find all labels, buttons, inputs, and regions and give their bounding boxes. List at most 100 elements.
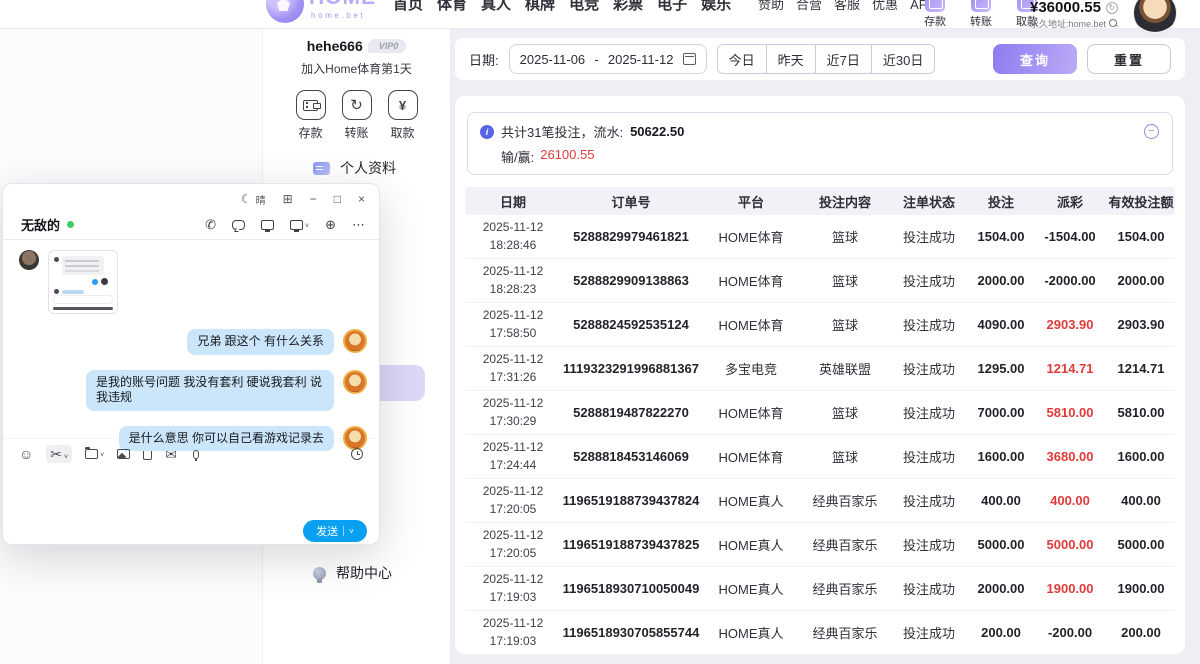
main-nav-item[interactable]: 娱乐 [701,0,731,14]
transfer-icon: ↻ [350,98,363,113]
search-button[interactable]: 查询 [993,44,1077,74]
cell-order-number: 1196519188739437825 [561,537,701,552]
sidebar-item-profile[interactable]: 个人资料 [263,150,450,186]
main-nav-item[interactable]: 体育 [437,0,467,14]
search-icon[interactable] [1109,19,1118,28]
cell-bet-amount: 1504.00 [969,229,1033,244]
user-avatar[interactable] [343,370,367,394]
date-separator: - [594,52,598,67]
refresh-balance-icon[interactable]: ↻ [1106,2,1118,14]
close-icon[interactable]: × [358,193,365,205]
contact-name: 无敌的 [21,215,60,234]
video-call-icon[interactable] [232,220,245,230]
cell-order-number: 5288829909138863 [561,273,701,288]
pin-window-icon[interactable]: ⊞ [283,193,293,205]
cell-valid-amount: 1600.00 [1107,449,1175,464]
collapse-summary-icon[interactable]: − [1144,124,1159,139]
image-icon[interactable] [117,449,130,459]
launch-app-icon[interactable]: ⊕ [325,218,336,231]
home-logo-icon[interactable] [266,0,304,23]
minimize-icon[interactable]: − [310,193,317,205]
cell-bet-content: 篮球 [801,271,889,290]
cell-valid-amount: 5810.00 [1107,405,1175,420]
voice-call-icon[interactable]: ✆ [205,218,216,231]
deposit-icon [303,100,318,111]
topbar-transfer-button[interactable]: 转账 [964,0,998,29]
screenshot-thumbnail[interactable] [48,250,118,314]
sidebar-withdraw-button[interactable]: ¥ 取款 [388,90,418,141]
cell-bet-amount: 200.00 [969,625,1033,640]
send-button[interactable]: 发送 ˅ [303,520,367,542]
topbar-deposit-button[interactable]: 存款 [918,0,952,29]
main-nav-item[interactable]: 真人 [481,0,511,14]
table-row: 2025-11-1217:24:44 5288818453146069 HOME… [465,435,1175,479]
quick-range-button[interactable]: 近7日 [815,45,871,73]
secondary-nav-item[interactable]: 合营 [796,0,822,12]
transfer-label: 转账 [964,13,998,29]
cell-payout: 1214.71 [1033,361,1107,376]
cell-payout: -200.00 [1033,625,1107,640]
remote-control-icon[interactable]: ˅ [290,220,309,230]
logo-subtitle: home.bet [311,11,365,20]
moon-icon: ☾ [241,193,252,205]
sidebar-item-help[interactable]: 帮助中心 [263,555,450,591]
cell-status: 投注成功 [889,491,969,510]
main-nav: 首页 体育 真人 棋牌 电竞 彩票 电子 娱乐 [393,0,731,14]
quick-range-button[interactable]: 今日 [718,45,766,73]
cell-date: 2025-11-1217:20:05 [465,483,561,518]
user-avatar[interactable] [343,329,367,353]
cell-bet-amount: 7000.00 [969,405,1033,420]
cell-status: 投注成功 [889,579,969,598]
cell-bet-content: 经典百家乐 [801,535,889,554]
message-bubble: 是什么意思 你可以自己看游戏记录去 [119,426,334,452]
sidebar-deposit-button[interactable]: 存款 [296,90,326,141]
logo-title[interactable]: HOME [309,0,376,10]
cell-payout: 5000.00 [1033,537,1107,552]
cell-order-number: 5288818453146069 [561,449,701,464]
online-status-dot [67,221,74,228]
cell-platform: HOME体育 [701,447,801,466]
main-nav-item[interactable]: 首页 [393,0,423,14]
screen-share-icon[interactable] [261,220,274,230]
cell-date: 2025-11-1217:20:05 [465,527,561,562]
reset-button[interactable]: 重置 [1087,44,1171,74]
user-avatar[interactable] [343,426,367,450]
table-header-row: 日期 订单号 平台 投注内容 注单状态 投注 派彩 有效投注额 [465,187,1175,215]
sidebar-transfer-button[interactable]: ↻ 转账 [342,90,372,141]
cell-date: 2025-11-1218:28:23 [465,263,561,298]
secondary-nav-item[interactable]: 客服 [834,0,860,12]
more-icon[interactable]: ⋯ [352,218,365,231]
cell-valid-amount: 1504.00 [1107,229,1175,244]
table-row: 2025-11-1217:30:29 5288819487822270 HOME… [465,391,1175,435]
cell-order-number: 5288824592535124 [561,317,701,332]
cell-status: 投注成功 [889,447,969,466]
quick-range-button[interactable]: 昨天 [766,45,815,73]
table-row: 2025-11-1217:58:50 5288824592535124 HOME… [465,303,1175,347]
send-options-caret[interactable]: ˅ [349,527,354,536]
secondary-nav-item[interactable]: 赞助 [758,0,784,12]
secondary-nav-item[interactable]: 优惠 [872,0,898,12]
chat-history-icon[interactable] [351,448,363,460]
quick-range-button[interactable]: 近30日 [871,45,934,73]
table-header-cell: 注单状态 [889,192,969,211]
cell-bet-content: 篮球 [801,227,889,246]
main-nav-item[interactable]: 电竞 [569,0,599,14]
main-content: 日期: 2025-11-06 - 2025-11-12 今日 昨天 近7日 近3… [451,29,1200,664]
main-nav-item[interactable]: 电子 [657,0,687,14]
cell-bet-content: 篮球 [801,403,889,422]
cell-bet-amount: 400.00 [969,493,1033,508]
date-range-input[interactable]: 2025-11-06 - 2025-11-12 [509,44,707,74]
main-nav-item[interactable]: 棋牌 [525,0,555,14]
join-days-text: 加入Home体育第1天 [263,60,450,77]
maximize-icon[interactable]: □ [334,193,341,205]
chat-input-area[interactable] [3,464,379,520]
table-row: 2025-11-1217:19:03 1196518930705855744 H… [465,611,1175,655]
contact-avatar[interactable] [19,250,39,270]
cell-order-number: 5288819487822270 [561,405,701,420]
main-nav-item[interactable]: 彩票 [613,0,643,14]
quick-range-group: 今日 昨天 近7日 近30日 [717,44,936,74]
info-icon: i [480,125,494,139]
balance-box: ¥36000.55 ↻ 永久地址:home.bet [1030,0,1118,30]
message-bubble: 兄弟 跟这个 有什么关系 [187,329,334,355]
cell-bet-content: 篮球 [801,447,889,466]
